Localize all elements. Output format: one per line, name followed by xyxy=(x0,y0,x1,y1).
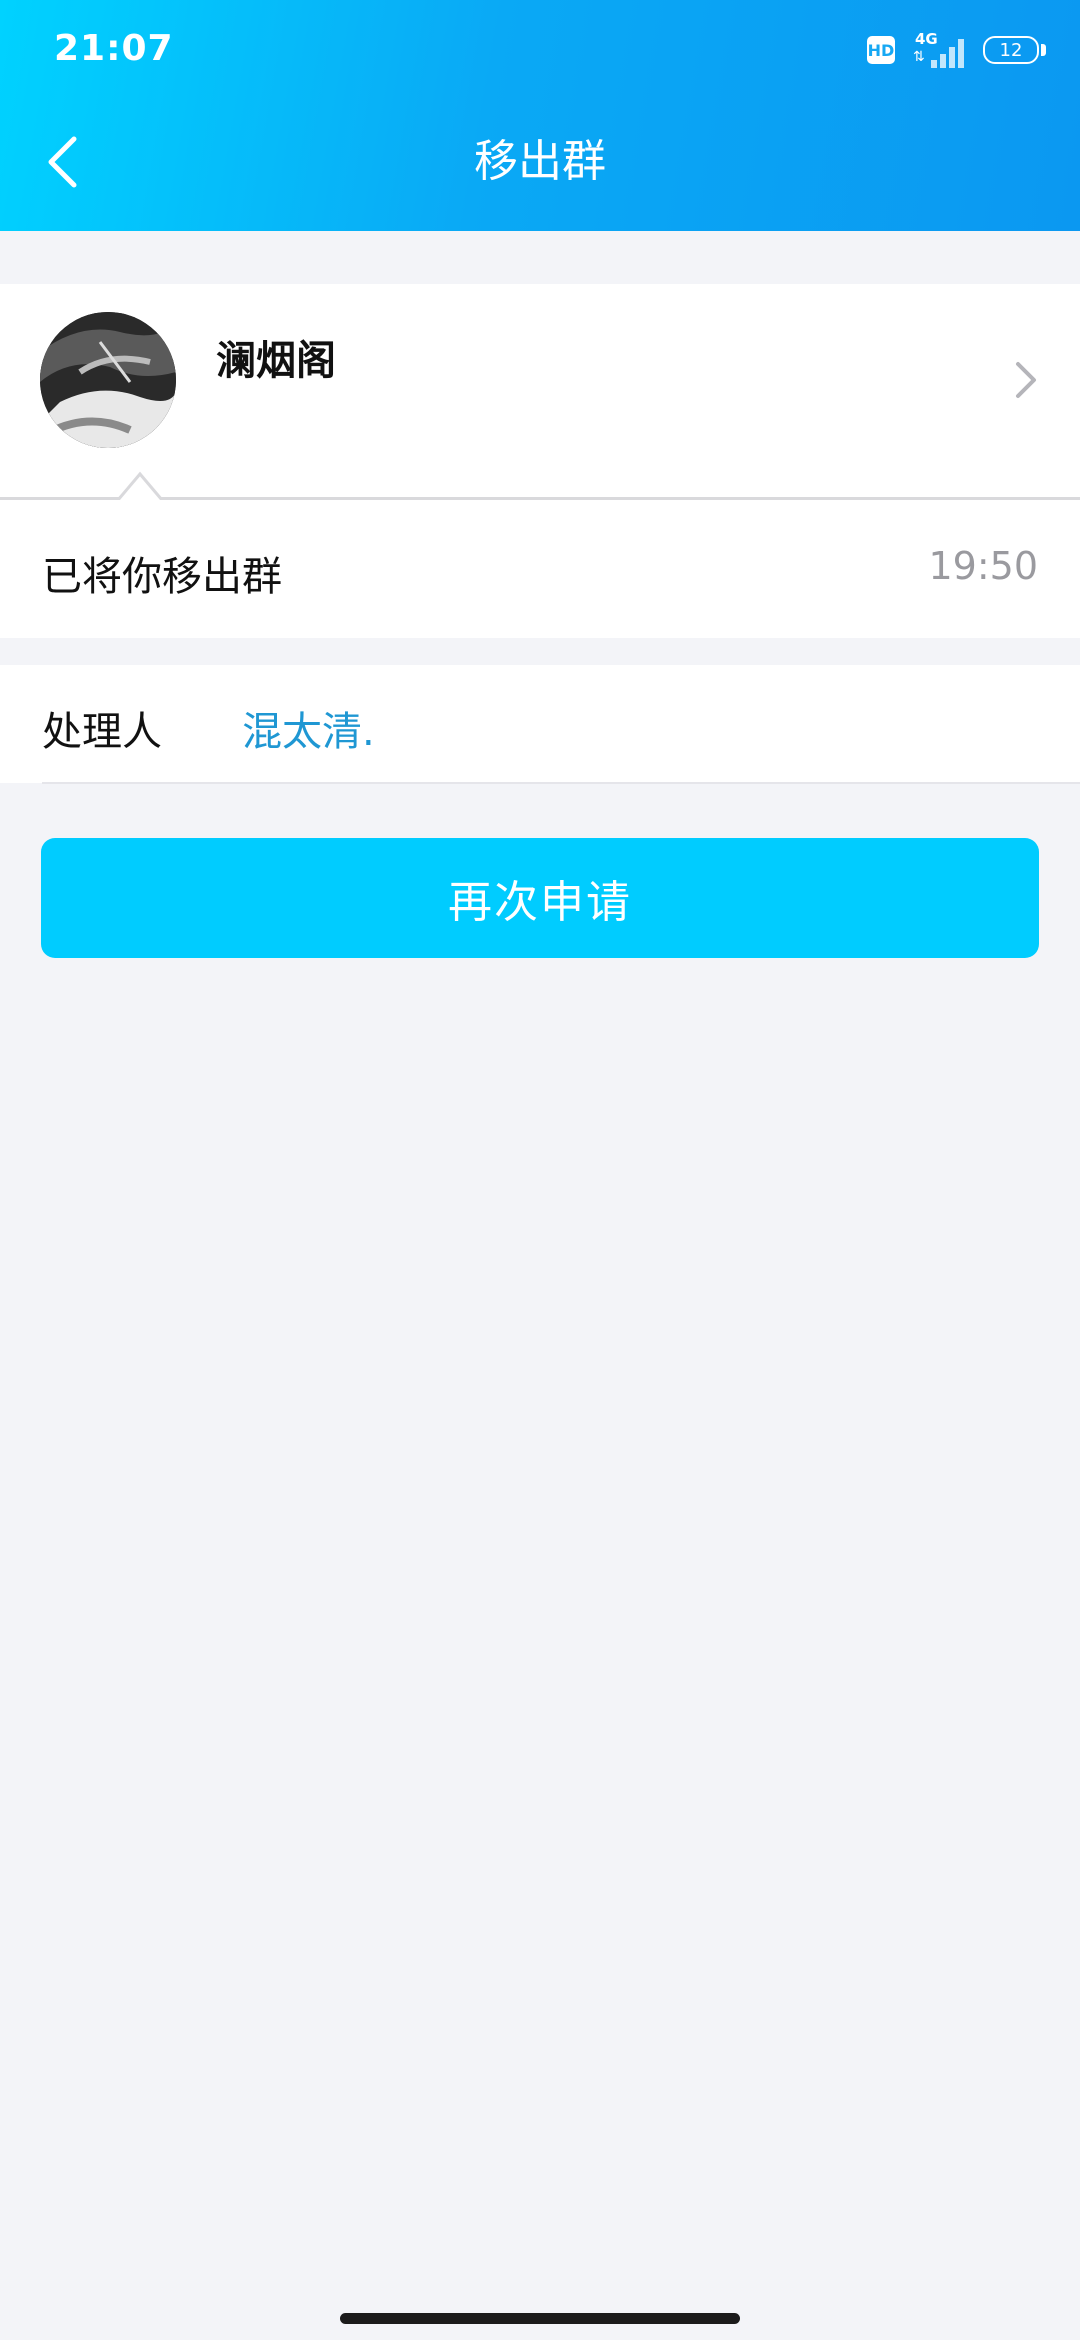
avatar-image xyxy=(40,312,176,448)
row-divider xyxy=(42,782,1080,784)
status-time: 21:07 xyxy=(54,28,174,69)
message-time: 19:50 xyxy=(928,544,1038,588)
handler-name-link[interactable]: 混太清. xyxy=(242,699,375,757)
group-avatar xyxy=(40,312,176,448)
top-app-bar: 21:07 HD 4G ⇅ 12 移出群 xyxy=(0,0,1080,231)
hd-icon: HD xyxy=(867,36,895,64)
network-signal: 4G ⇅ xyxy=(913,30,971,70)
home-indicator[interactable] xyxy=(340,2313,740,2324)
group-name: 澜烟阁 xyxy=(216,338,336,384)
page-title: 移出群 xyxy=(474,136,606,187)
bubble-notch xyxy=(118,471,162,501)
message-text: 已将你移出群 xyxy=(42,554,282,600)
status-indicators: HD 4G ⇅ 12 xyxy=(867,30,1046,70)
signal-bars-icon xyxy=(931,39,964,68)
handler-row: 处理人 混太清. xyxy=(0,665,1080,783)
handler-label: 处理人 xyxy=(42,709,162,755)
battery-icon: 12 xyxy=(983,36,1039,64)
removal-message: 已将你移出群 19:50 xyxy=(0,500,1080,638)
reapply-button[interactable]: 再次申请 xyxy=(41,838,1039,958)
battery-level: 12 xyxy=(999,39,1023,61)
data-arrows-icon: ⇅ xyxy=(913,49,925,65)
battery-cap xyxy=(1041,44,1046,56)
group-info-card[interactable]: 澜烟阁 xyxy=(0,284,1080,497)
chevron-right-icon xyxy=(1016,362,1036,398)
